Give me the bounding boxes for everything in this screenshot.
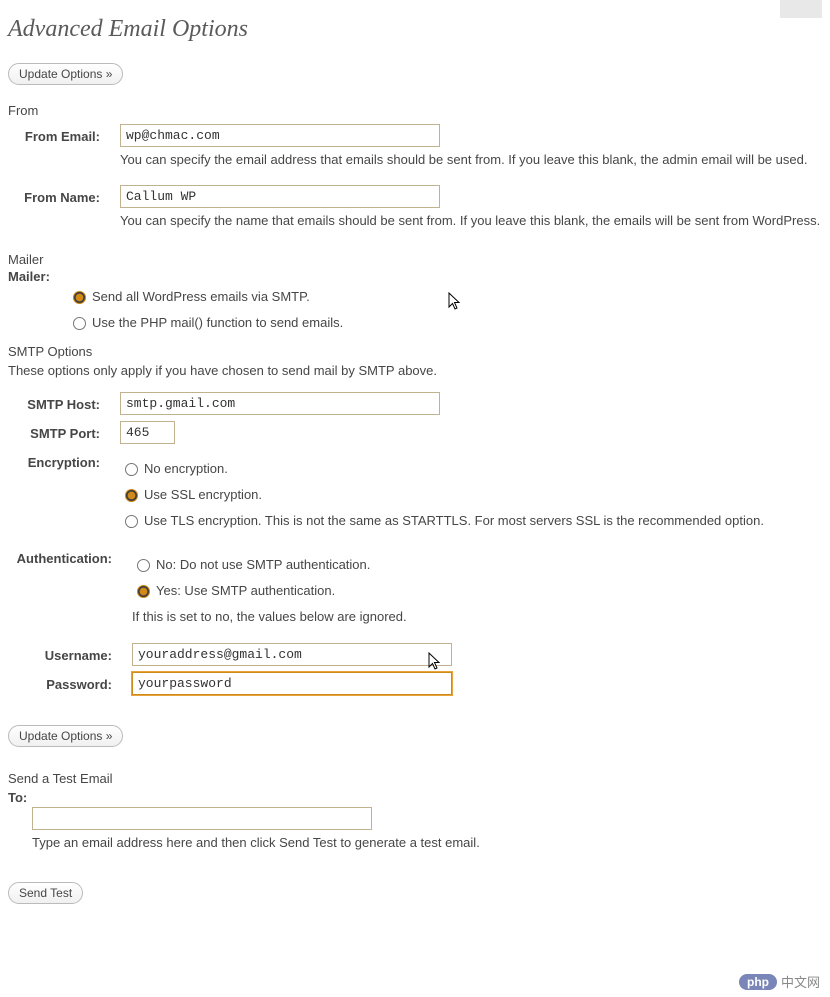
top-right-placeholder <box>780 0 822 18</box>
smtp-host-label: SMTP Host: <box>8 392 120 412</box>
from-name-label: From Name: <box>8 185 120 205</box>
smtp-host-input[interactable] <box>120 392 440 415</box>
mailer-smtp-radio[interactable] <box>73 291 86 304</box>
encryption-label: Encryption: <box>8 450 120 470</box>
encryption-none-radio[interactable] <box>125 463 138 476</box>
auth-yes-label: Yes: Use SMTP authentication. <box>156 583 335 598</box>
from-email-help: You can specify the email address that e… <box>120 151 822 169</box>
encryption-none-label: No encryption. <box>144 461 228 476</box>
password-label: Password: <box>8 672 132 692</box>
update-options-button-bottom[interactable]: Update Options » <box>8 725 123 747</box>
encryption-tls-radio[interactable] <box>125 515 138 528</box>
auth-no-label: No: Do not use SMTP authentication. <box>156 557 370 572</box>
test-to-input[interactable] <box>32 807 372 830</box>
mailer-php-radio[interactable] <box>73 317 86 330</box>
username-input[interactable] <box>132 643 452 666</box>
from-email-label: From Email: <box>8 124 120 144</box>
auth-help: If this is set to no, the values below a… <box>132 608 822 626</box>
password-input[interactable] <box>132 672 452 695</box>
watermark-text: 中文网 <box>781 972 820 991</box>
test-help: Type an email address here and then clic… <box>32 834 742 852</box>
page-title: Advanced Email Options <box>8 16 822 43</box>
mailer-php-label: Use the PHP mail() function to send emai… <box>92 315 343 330</box>
from-email-input[interactable] <box>120 124 440 147</box>
username-label: Username: <box>8 643 132 663</box>
test-to-label: To: <box>8 790 27 805</box>
from-name-help: You can specify the name that emails sho… <box>120 212 822 230</box>
authentication-label: Authentication: <box>8 546 132 566</box>
test-heading: Send a Test Email <box>8 771 822 786</box>
auth-yes-radio[interactable] <box>137 585 150 598</box>
smtp-port-input[interactable] <box>120 421 175 444</box>
mailer-label: Mailer: <box>8 269 822 284</box>
smtp-port-label: SMTP Port: <box>8 421 120 441</box>
from-name-input[interactable] <box>120 185 440 208</box>
update-options-button-top[interactable]: Update Options » <box>8 63 123 85</box>
mailer-heading: Mailer <box>8 252 822 267</box>
mailer-smtp-label: Send all WordPress emails via SMTP. <box>92 289 310 304</box>
auth-no-radio[interactable] <box>137 559 150 572</box>
php-badge: php <box>739 974 777 990</box>
from-heading: From <box>8 103 822 118</box>
encryption-ssl-radio[interactable] <box>125 489 138 502</box>
smtp-heading: SMTP Options <box>8 344 822 359</box>
send-test-button[interactable]: Send Test <box>8 882 83 904</box>
encryption-ssl-label: Use SSL encryption. <box>144 487 262 502</box>
encryption-tls-label: Use TLS encryption. This is not the same… <box>144 513 764 528</box>
smtp-desc: These options only apply if you have cho… <box>8 363 822 378</box>
watermark: php 中文网 <box>739 972 820 991</box>
